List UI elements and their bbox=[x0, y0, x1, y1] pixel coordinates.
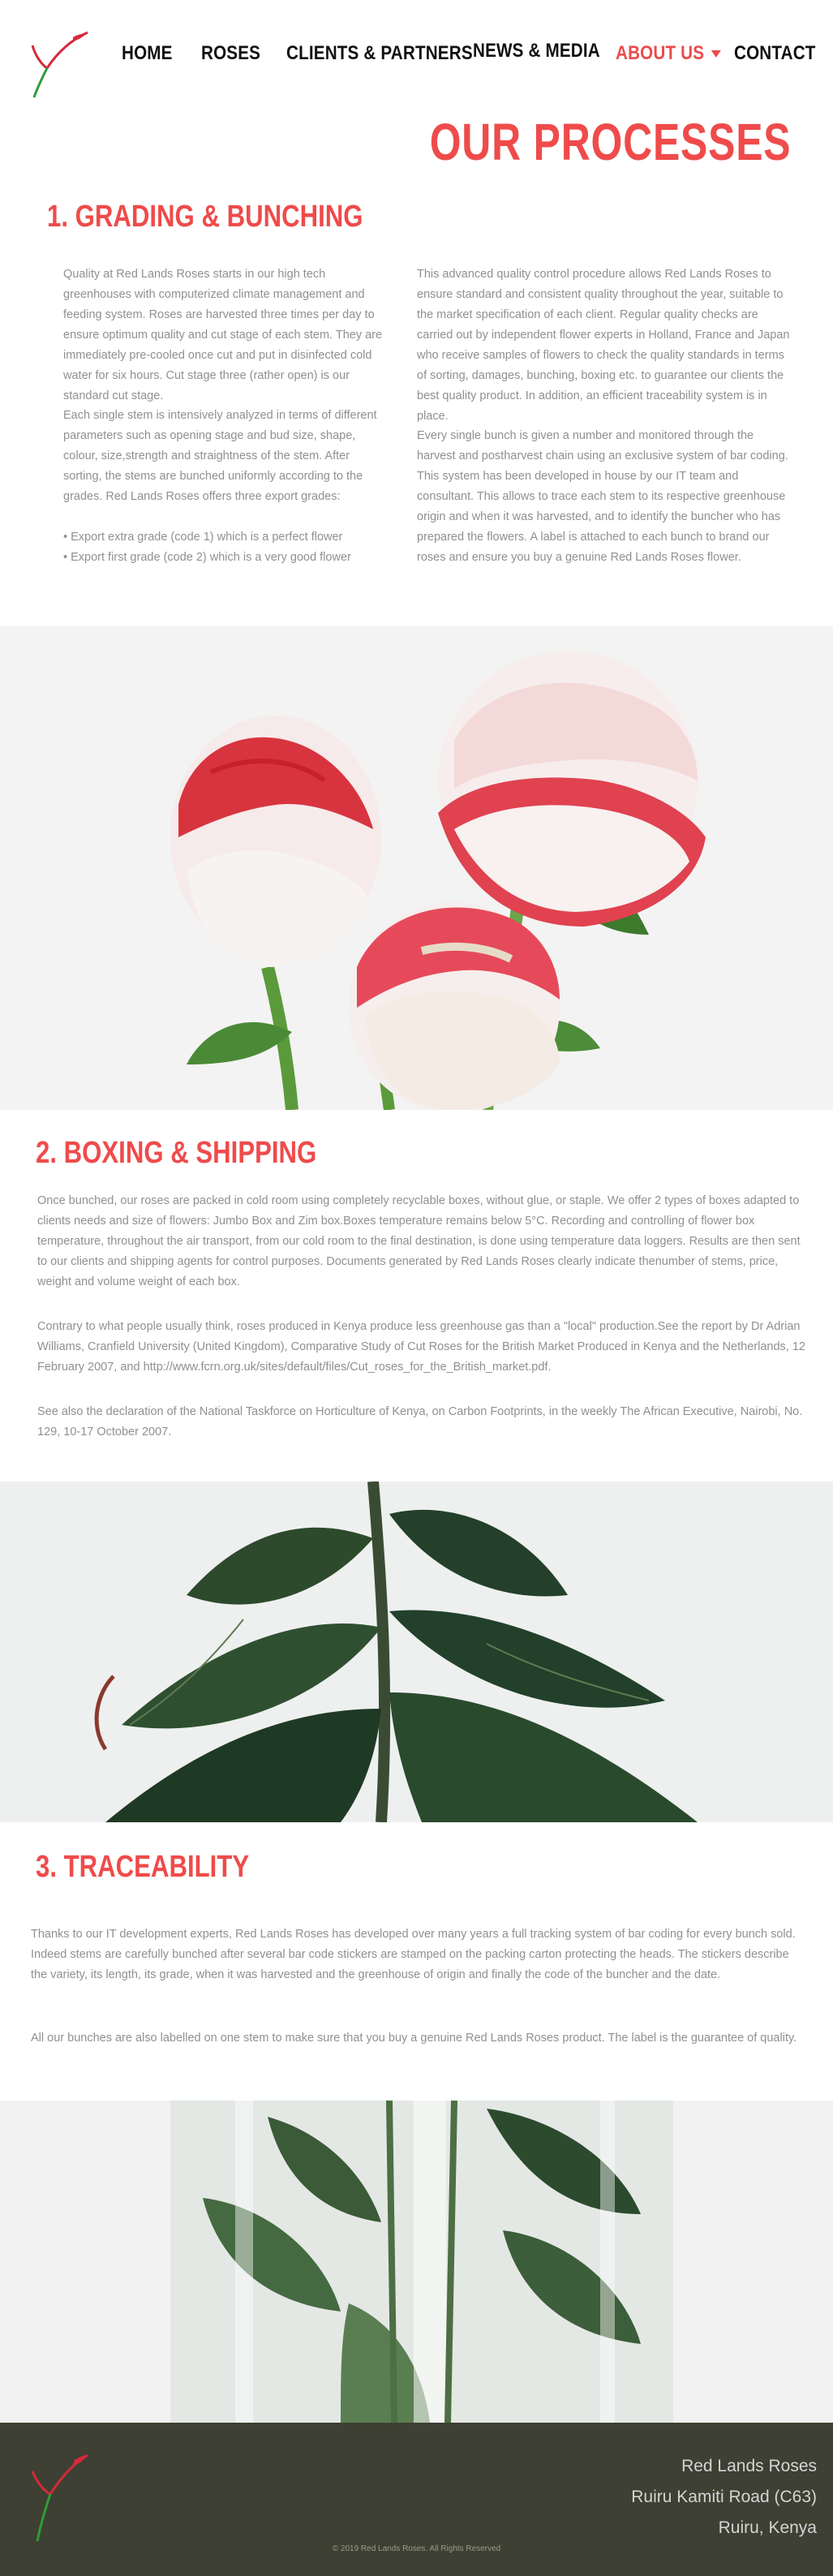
roses-illustration bbox=[0, 626, 833, 1110]
red-lands-roses-logo[interactable] bbox=[29, 2444, 94, 2544]
boxing-paragraph-3: See also the declaration of the National… bbox=[37, 1405, 803, 1439]
section-heading-grading: 1. GRADING & BUNCHING bbox=[47, 200, 363, 234]
nav-roses[interactable]: ROSES bbox=[201, 42, 260, 65]
rose-leaves-photo bbox=[0, 1482, 833, 1822]
section-heading-traceability: 3. TRACEABILITY bbox=[36, 1850, 250, 1884]
footer-company-name: Red Lands Roses bbox=[681, 2457, 817, 2475]
traceability-paragraph-2: All our bunches are also labelled on one… bbox=[31, 2032, 797, 2045]
site-footer: Red Lands Roses Ruiru Kamiti Road (C63) … bbox=[0, 2423, 833, 2576]
list-item: Export first grade (code 2) which is a v… bbox=[63, 548, 388, 568]
list-item: Export extra grade (code 1) which is a p… bbox=[63, 527, 388, 548]
traceability-paragraph-1: Thanks to our IT development experts, Re… bbox=[31, 1928, 796, 1981]
rose-vase-photo bbox=[0, 2101, 833, 2423]
copyright-notice: © 2019 Red Lands Roses. All Rights Reser… bbox=[332, 2544, 501, 2553]
nav-home[interactable]: HOME bbox=[122, 42, 173, 65]
rose-vase-illustration bbox=[0, 2101, 833, 2423]
footer-road: Ruiru Kamiti Road (C63) bbox=[631, 2488, 817, 2506]
footer-town: Ruiru, Kenya bbox=[718, 2518, 817, 2537]
chevron-down-icon bbox=[711, 50, 721, 58]
nav-news-media[interactable]: NEWS & MEDIA bbox=[473, 40, 600, 62]
grading-right-paragraph-1: This advanced quality control procedure … bbox=[417, 268, 790, 423]
nav-about-us[interactable]: ABOUT US bbox=[616, 42, 721, 65]
section-heading-boxing: 2. BOXING & SHIPPING bbox=[36, 1136, 317, 1170]
grading-left-paragraph-1: Quality at Red Lands Roses starts in our… bbox=[63, 268, 383, 402]
grading-right-paragraph-2: Every single bunch is given a number and… bbox=[417, 429, 788, 564]
page-title: OUR PROCESSES bbox=[429, 113, 791, 171]
boxing-paragraph-1: Once bunched, our roses are packed in co… bbox=[37, 1194, 801, 1288]
nav-contact[interactable]: CONTACT bbox=[734, 42, 816, 65]
grading-left-paragraph-2: Each single stem is intensively analyzed… bbox=[63, 409, 377, 503]
boxing-paragraph-2: Contrary to what people usually think, r… bbox=[37, 1320, 805, 1374]
roses-photo bbox=[0, 626, 833, 1110]
rose-leaves-illustration bbox=[0, 1482, 833, 1822]
site-header: HOME ROSES CLIENTS & PARTNERS NEWS & MED… bbox=[0, 0, 833, 114]
nav-clients-partners[interactable]: CLIENTS & PARTNERS bbox=[286, 42, 473, 65]
main-nav: HOME ROSES CLIENTS & PARTNERS NEWS & MED… bbox=[0, 40, 833, 71]
export-grades-list: Export extra grade (code 1) which is a p… bbox=[63, 527, 388, 568]
nav-about-us-label: ABOUT US bbox=[616, 42, 705, 64]
